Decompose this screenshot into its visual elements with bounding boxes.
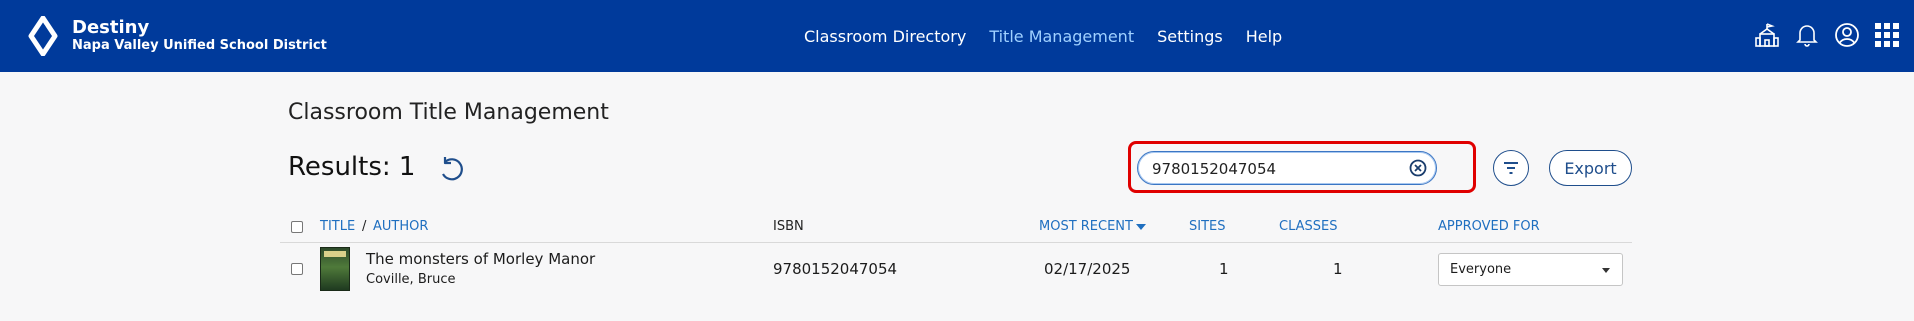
header-separator: /: [362, 219, 367, 234]
results-count: Results: 1: [288, 152, 416, 182]
filter-icon: [1504, 162, 1518, 174]
approved-for-value: Everyone: [1450, 262, 1512, 277]
top-navigation-bar: Destiny Napa Valley Unified School Distr…: [0, 0, 1914, 72]
destiny-logo-icon[interactable]: [28, 16, 58, 56]
header-icons: [1754, 20, 1900, 50]
page-title: Classroom Title Management: [288, 100, 609, 125]
header-most-recent[interactable]: MOST RECENT: [1039, 219, 1133, 234]
refresh-icon[interactable]: [436, 154, 466, 184]
table-row: The monsters of Morley Manor Coville, Br…: [280, 244, 1632, 294]
nav-settings[interactable]: Settings: [1157, 27, 1223, 46]
table-header: TITLE / AUTHOR ISBN MOST RECENT SITES CL…: [280, 214, 1632, 243]
sort-desc-icon: [1136, 224, 1146, 230]
header-title[interactable]: TITLE: [320, 219, 355, 234]
search-input[interactable]: [1150, 152, 1394, 186]
book-most-recent: 02/17/2025: [1044, 260, 1131, 278]
book-title[interactable]: The monsters of Morley Manor: [366, 250, 595, 268]
header-isbn: ISBN: [773, 219, 804, 234]
app-grid-icon[interactable]: [1874, 20, 1900, 50]
export-button[interactable]: Export: [1549, 150, 1632, 186]
nav-title-management[interactable]: Title Management: [989, 27, 1134, 46]
header-author[interactable]: AUTHOR: [373, 219, 428, 234]
book-cover[interactable]: [320, 247, 350, 291]
header-approved-for[interactable]: APPROVED FOR: [1438, 219, 1540, 234]
approved-for-select[interactable]: Everyone: [1438, 253, 1623, 286]
chevron-down-icon: [1602, 268, 1610, 273]
book-isbn: 9780152047054: [773, 260, 898, 278]
search-field: [1137, 151, 1437, 186]
school-icon[interactable]: [1754, 20, 1780, 50]
header-classes[interactable]: CLASSES: [1279, 219, 1337, 234]
main-nav: Classroom Directory Title Management Set…: [804, 0, 1305, 72]
district-name: Napa Valley Unified School District: [72, 38, 327, 53]
header-sites[interactable]: SITES: [1189, 219, 1226, 234]
filter-button[interactable]: [1493, 150, 1529, 186]
nav-classroom-directory[interactable]: Classroom Directory: [804, 27, 966, 46]
select-all-checkbox[interactable]: [291, 221, 303, 233]
nav-help[interactable]: Help: [1246, 27, 1282, 46]
clear-search-icon[interactable]: [1409, 159, 1427, 177]
brand: Destiny Napa Valley Unified School Distr…: [72, 18, 327, 54]
row-checkbox[interactable]: [291, 263, 303, 275]
book-classes: 1: [1333, 260, 1343, 278]
bell-icon[interactable]: [1794, 20, 1820, 50]
book-author: Coville, Bruce: [366, 272, 456, 287]
app-name: Destiny: [72, 17, 150, 38]
user-icon[interactable]: [1834, 20, 1860, 50]
book-sites: 1: [1219, 260, 1229, 278]
